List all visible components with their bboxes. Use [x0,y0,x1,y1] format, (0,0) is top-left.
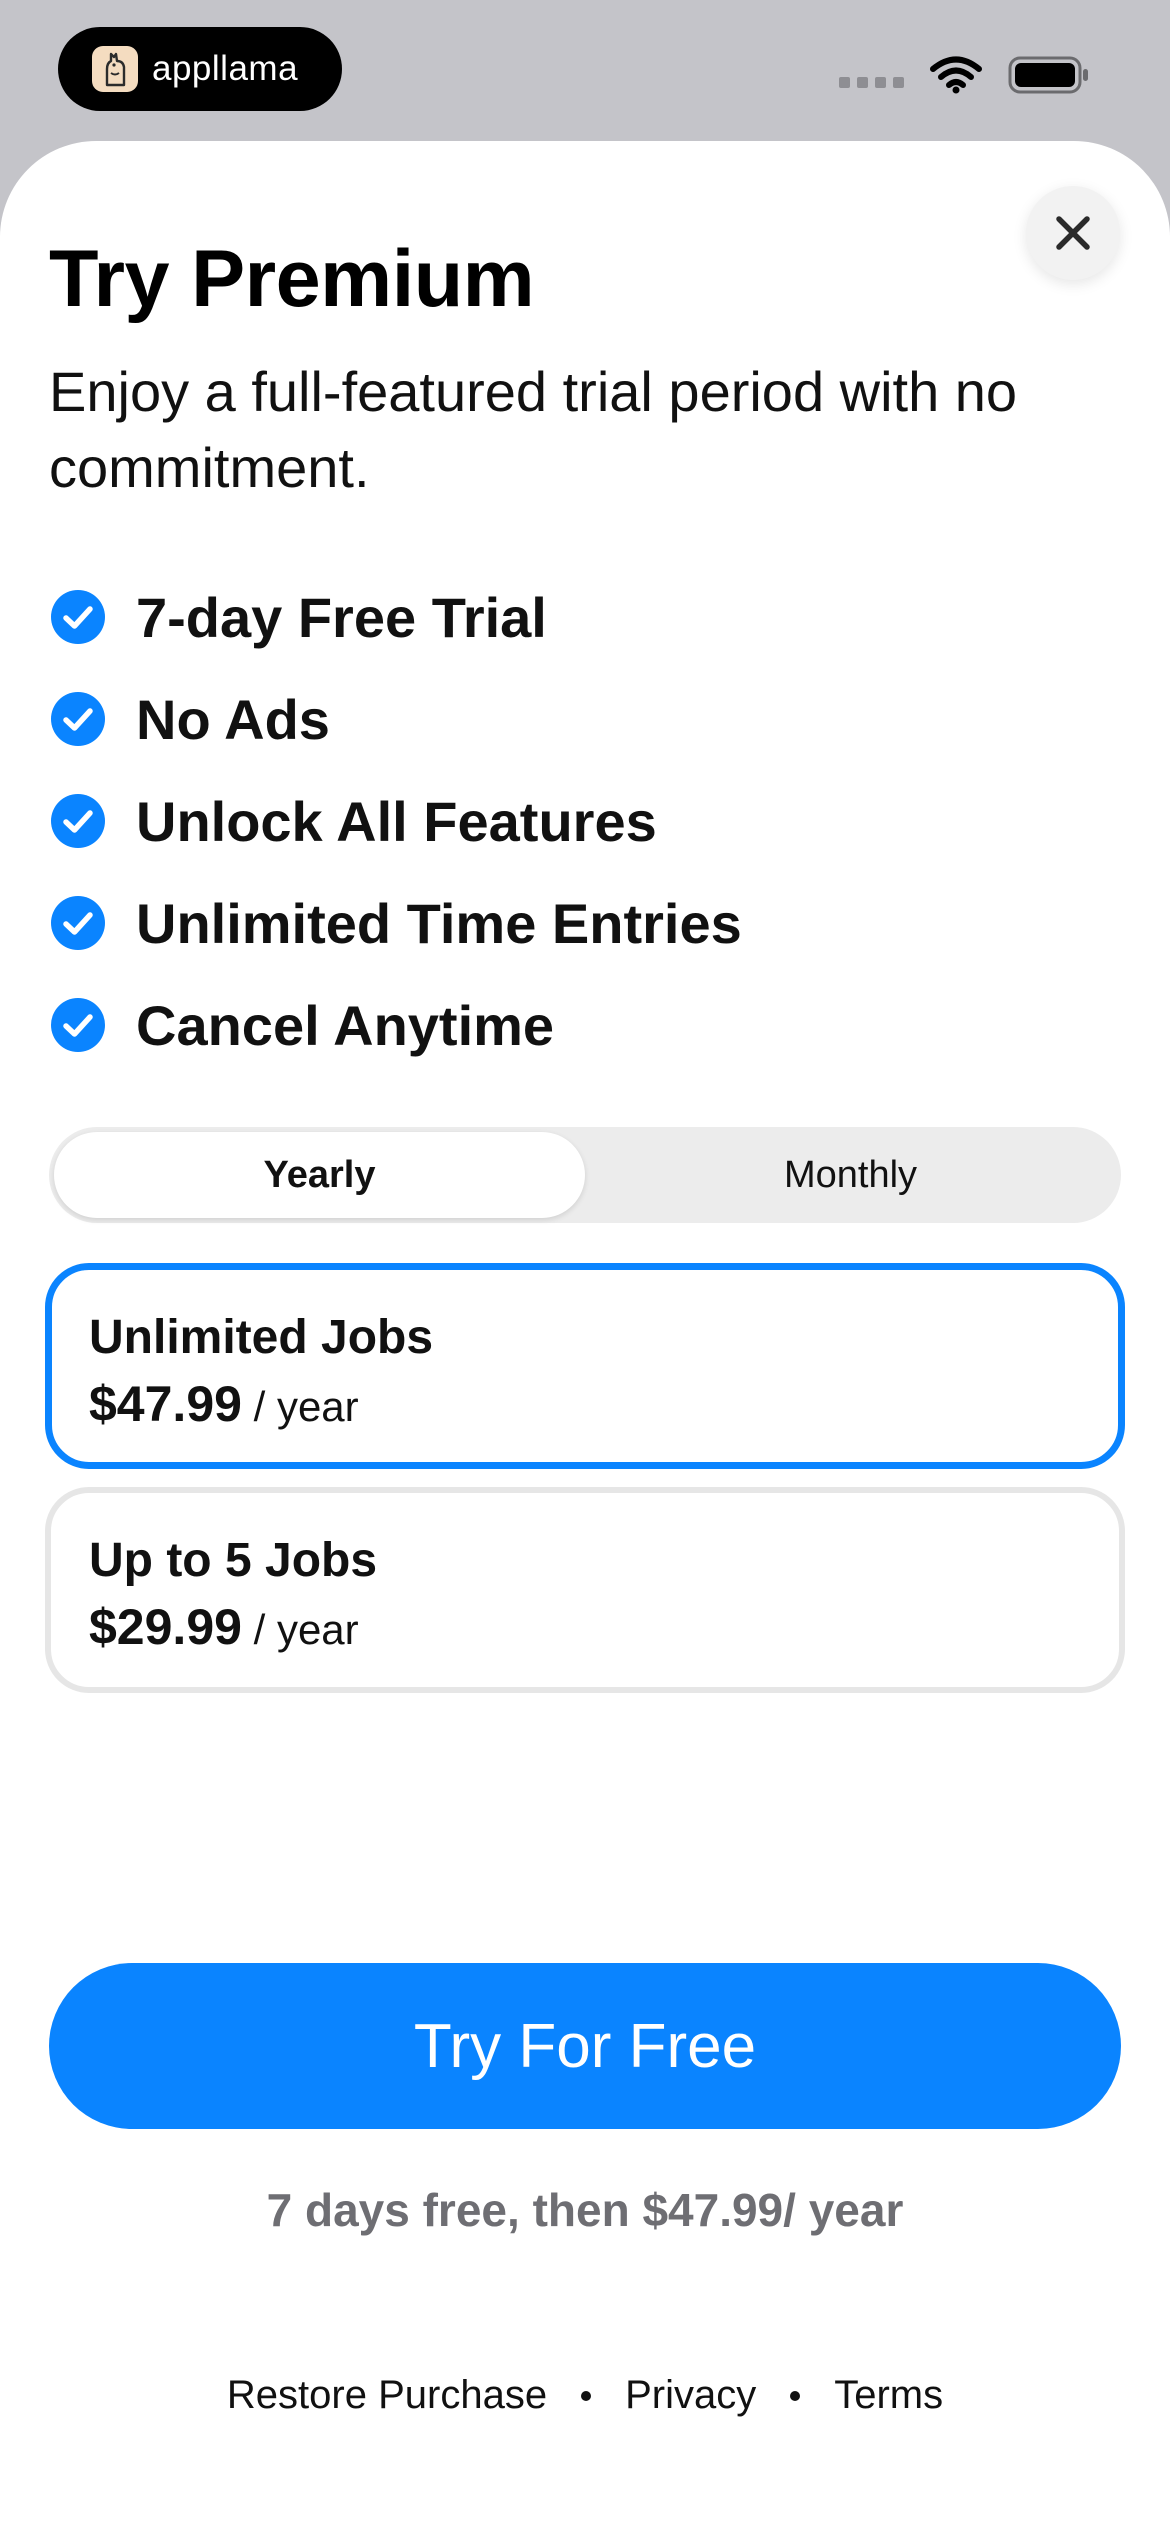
plan-card-up-to-5-jobs[interactable]: Up to 5 Jobs $29.99 / year [45,1487,1125,1693]
feature-label: Unlimited Time Entries [136,891,742,955]
try-for-free-button[interactable]: Try For Free [49,1963,1121,2129]
billing-period-toggle: Yearly Monthly [49,1127,1121,1223]
tab-monthly[interactable]: Monthly [585,1132,1116,1218]
checkmark-circle-icon [51,998,105,1052]
feature-item: 7-day Free Trial [50,566,742,668]
plan-price: $29.99 [89,1599,242,1655]
battery-icon [1008,56,1088,94]
feature-list: 7-day Free Trial No Ads Unlock All Featu… [50,566,742,1076]
status-icons [839,56,1090,94]
page-subtitle: Enjoy a full-featured trial period with … [49,360,1018,499]
brand-pill: appllama [58,27,342,111]
feature-label: Unlock All Features [136,789,657,853]
plan-price: $47.99 [89,1376,242,1432]
signal-dots-icon [839,76,904,88]
plan-period: / year [241,1383,359,1430]
wifi-icon [930,56,982,94]
separator-dot [790,2390,801,2401]
tab-yearly[interactable]: Yearly [54,1132,585,1218]
feature-label: No Ads [136,687,330,751]
terms-link[interactable]: Terms [834,2373,943,2418]
close-icon [1056,216,1090,250]
llama-logo-icon [92,46,138,92]
privacy-link[interactable]: Privacy [625,2373,756,2418]
footer-links: Restore Purchase Privacy Terms [0,2373,1170,2418]
restore-purchase-link[interactable]: Restore Purchase [227,2373,547,2418]
status-bar: appllama [0,0,1170,140]
plan-card-unlimited-jobs[interactable]: Unlimited Jobs $47.99 / year [45,1263,1125,1469]
separator-dot [581,2390,592,2401]
trial-terms-note: 7 days free, then $47.99/ year [266,2184,904,2236]
checkmark-circle-icon [51,896,105,950]
plan-price-row: $29.99 / year [89,1597,1119,1670]
feature-item: No Ads [50,668,742,770]
feature-item: Unlock All Features [50,770,742,872]
close-button[interactable] [1026,186,1120,280]
page-title: Try Premium [49,234,535,324]
plan-price-row: $47.99 / year [89,1374,1118,1447]
feature-label: 7-day Free Trial [136,585,547,649]
feature-item: Unlimited Time Entries [50,872,742,974]
checkmark-circle-icon [51,692,105,746]
brand-name: appllama [152,49,299,88]
plan-period: / year [241,1606,359,1653]
checkmark-circle-icon [51,794,105,848]
plan-name: Up to 5 Jobs [89,1534,378,1587]
feature-label: Cancel Anytime [136,993,555,1057]
checkmark-circle-icon [51,590,105,644]
feature-item: Cancel Anytime [50,974,742,1076]
paywall-sheet: Try Premium Enjoy a full-featured trial … [0,141,1170,2532]
plan-name: Unlimited Jobs [89,1311,434,1364]
